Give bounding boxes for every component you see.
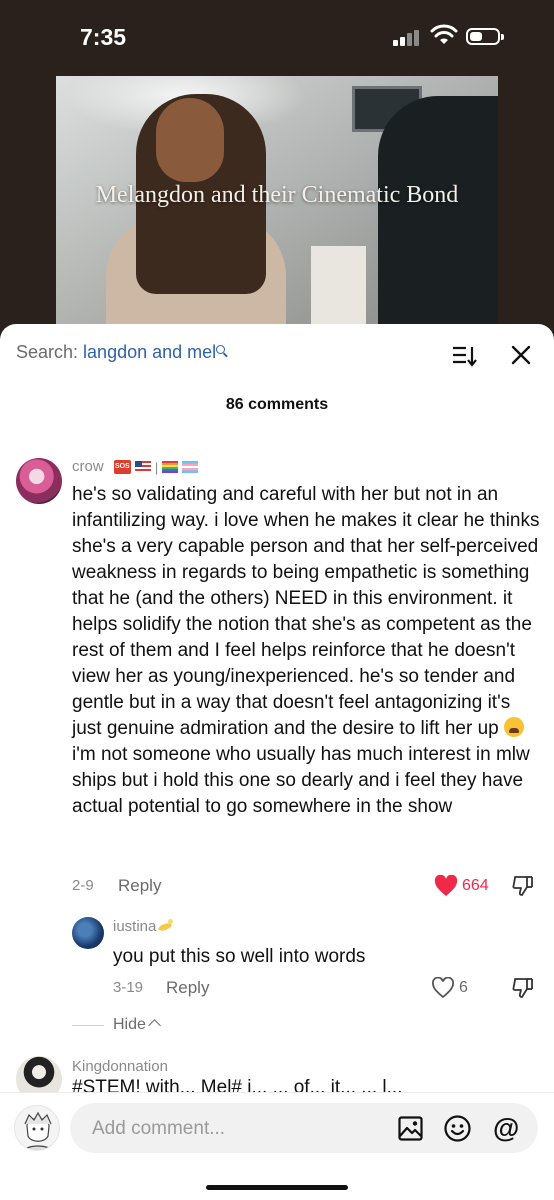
- heart-outline-icon[interactable]: [431, 977, 455, 999]
- comment-author[interactable]: crow SOS |: [72, 458, 199, 475]
- comment-date: 2-9: [72, 877, 94, 894]
- video-caption: Melangdon and their Cinematic Bond: [95, 182, 459, 208]
- search-prefix: Search:: [16, 342, 84, 362]
- sort-icon[interactable]: [452, 345, 478, 367]
- emoji-icon[interactable]: [444, 1115, 471, 1142]
- hide-replies-button[interactable]: Hide: [113, 1016, 161, 1034]
- comment-count: 86 comments: [225, 396, 329, 413]
- avatar[interactable]: [16, 1056, 62, 1092]
- weary-face-emoji: [504, 717, 524, 737]
- dislike-icon[interactable]: [512, 875, 534, 897]
- comment-list[interactable]: crow SOS | he's so validating and carefu…: [0, 424, 554, 1092]
- comment-author[interactable]: Kingdonnation: [72, 1058, 168, 1075]
- pride-flag-icon: [162, 460, 179, 473]
- search-icon: [216, 345, 226, 354]
- avatar[interactable]: [72, 917, 104, 949]
- status-time: 7:35: [80, 24, 127, 50]
- like-count: 6: [459, 979, 468, 996]
- reply-button[interactable]: Reply: [118, 876, 161, 896]
- heart-filled-icon[interactable]: [434, 875, 458, 897]
- dislike-icon[interactable]: [512, 977, 534, 999]
- comment-date: 3-19: [113, 979, 144, 996]
- hide-label: Hide: [113, 1016, 146, 1033]
- image-icon[interactable]: [398, 1116, 423, 1141]
- comment-body: #STEM! with... Mel# i... ... of... it...…: [72, 1077, 403, 1092]
- badge-separator: |: [154, 459, 159, 475]
- comment-text-part: i'm not someone who usually has much int…: [72, 744, 530, 817]
- avatar[interactable]: [14, 1105, 60, 1151]
- divider: [72, 1025, 104, 1026]
- comment-body: you put this so well into words: [113, 946, 366, 967]
- search-query[interactable]: langdon and mel: [83, 342, 216, 362]
- status-bar: 7:35: [0, 0, 554, 76]
- comment-input[interactable]: [90, 1103, 384, 1155]
- comment-text-part: he's so validating and careful with her …: [72, 484, 540, 739]
- comment-author[interactable]: iustina: [113, 918, 174, 935]
- home-indicator[interactable]: [206, 1185, 348, 1190]
- sos-emoji: SOS: [113, 459, 131, 474]
- close-icon[interactable]: [510, 344, 532, 366]
- username-text: iustina: [113, 918, 157, 935]
- reply-button[interactable]: Reply: [166, 978, 209, 998]
- comment-input-box[interactable]: @: [70, 1103, 538, 1155]
- chevron-up-icon: [148, 1019, 161, 1032]
- mention-icon[interactable]: @: [493, 1114, 521, 1142]
- trans-flag-icon: [182, 460, 199, 473]
- like-count: 664: [462, 877, 489, 894]
- user-sketch-icon: [23, 1111, 53, 1150]
- wifi-icon: [430, 24, 458, 44]
- us-flag-icon: [134, 460, 151, 473]
- comment-body: he's so validating and careful with her …: [72, 482, 542, 820]
- battery-icon: [466, 28, 504, 45]
- profile-badges: SOS |: [113, 459, 199, 475]
- username-text: crow: [72, 458, 104, 475]
- comment-composer: @: [0, 1092, 554, 1200]
- comments-sheet: Search: langdon and mel 86 comments crow…: [0, 324, 554, 1200]
- video-player[interactable]: Melangdon and their Cinematic Bond: [56, 76, 498, 326]
- search-bar[interactable]: Search: langdon and mel: [16, 342, 226, 363]
- dizzy-emoji: [156, 918, 174, 932]
- avatar[interactable]: [16, 458, 62, 504]
- cellular-signal-icon: [393, 30, 421, 46]
